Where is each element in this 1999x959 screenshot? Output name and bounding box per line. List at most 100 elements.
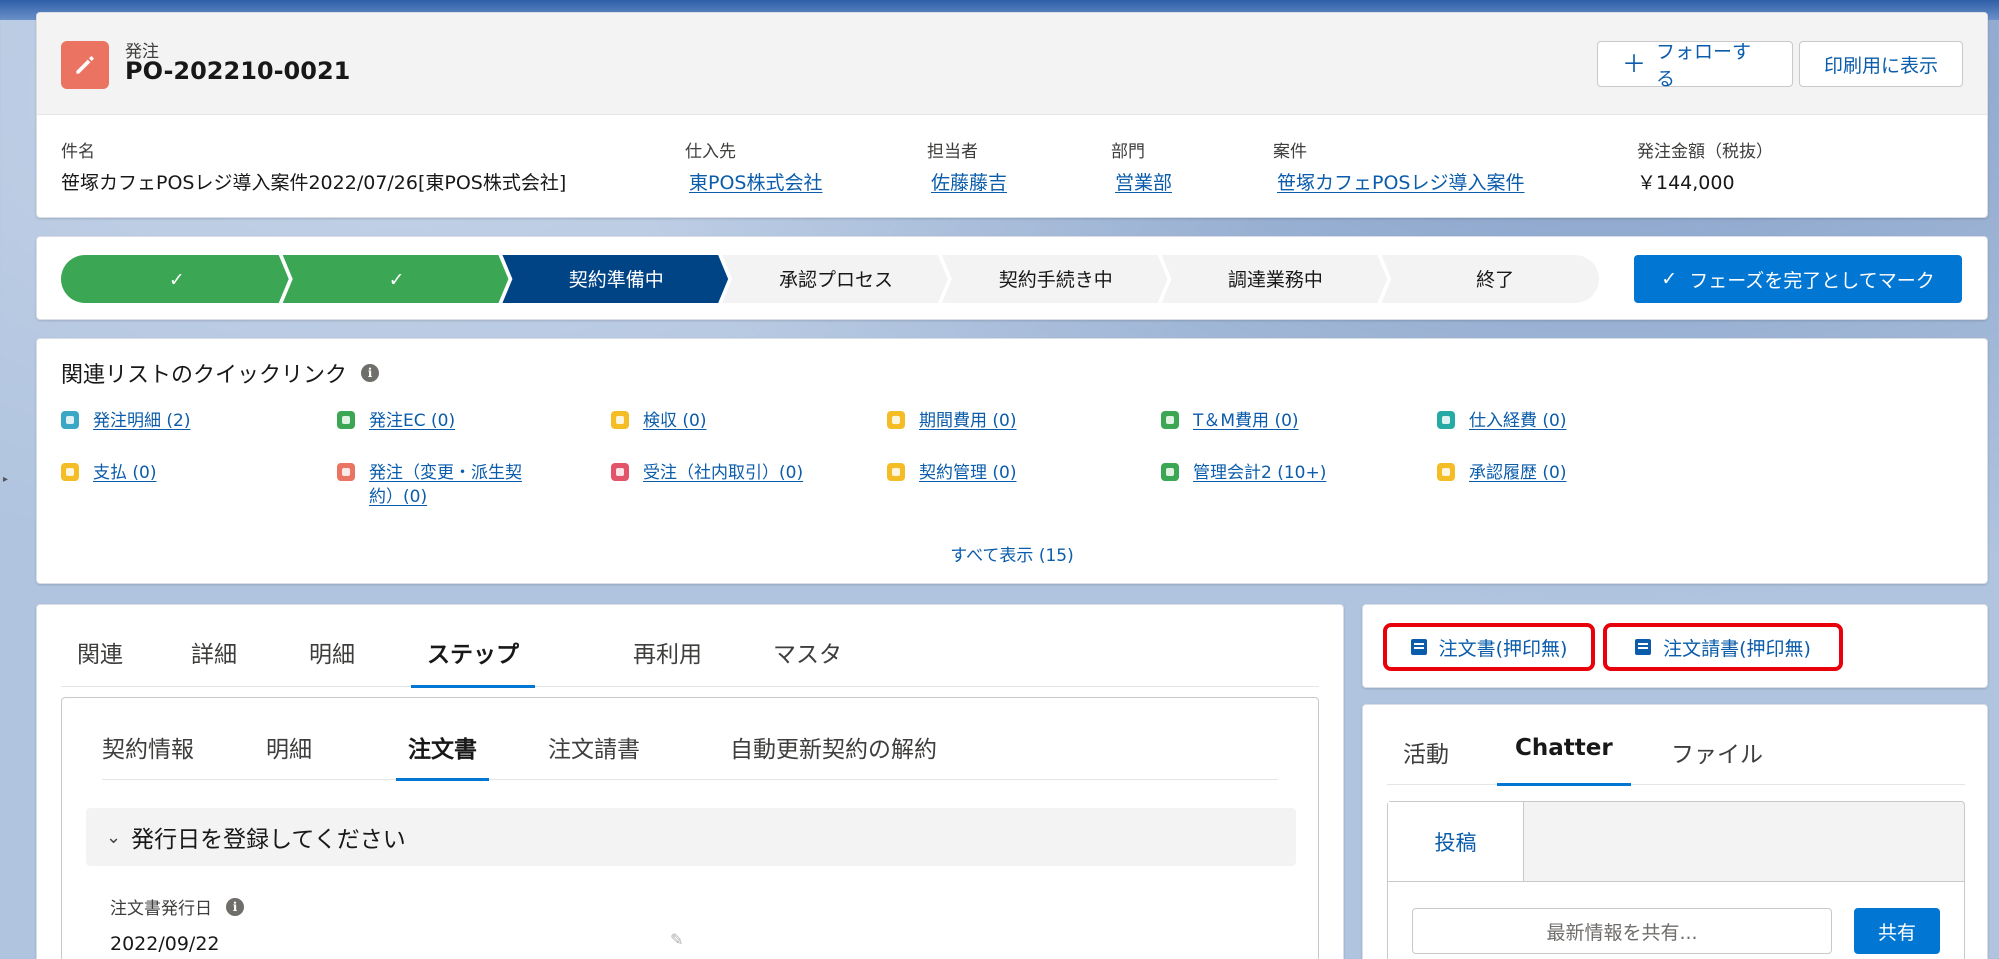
main-tab-6[interactable]: マスタ (773, 635, 842, 687)
side-tab-3[interactable]: ファイル (1671, 735, 1763, 785)
field-label: 部門 (1111, 142, 1145, 162)
quick-link-item[interactable]: 検収 (0) (611, 409, 706, 433)
sub-tab-4[interactable]: 注文請書 (548, 730, 640, 780)
quick-link-item[interactable]: T＆M費用 (0) (1161, 409, 1299, 433)
info-icon[interactable]: i (361, 364, 380, 382)
sub-tab-bar: 契約情報 明細 注文書 注文請書 自動更新契約の解約 (102, 730, 1278, 781)
quick-links-title: 関連リストのクイックリンク i (61, 357, 380, 389)
record-header-top: 発注 PO-202210-0021 ＋ フォローする 印刷用に表示 (37, 13, 1987, 115)
section-title: 発行日を登録してください (131, 827, 406, 853)
field-label: 件名 (61, 142, 95, 162)
issue-date-label: 注文書発行日 (110, 899, 212, 919)
music-icon (611, 463, 629, 481)
check-icon: ✓ (389, 269, 405, 291)
department-link[interactable]: 営業部 (1115, 168, 1172, 195)
field-label: 仕入先 (685, 142, 736, 162)
post-tab[interactable]: 投稿 (1388, 802, 1524, 882)
path-bar: ✓ ✓ 契約準備中 承認プロセス 契約手続き中 調達業務中 終了 ✓ フェーズを完了としてマ… (36, 236, 1988, 320)
sub-tab-5[interactable]: 自動更新契約の解約 (730, 730, 937, 780)
field-label: 発注金額（税抜） (1637, 142, 1773, 162)
plus-icon: ＋ (1622, 50, 1646, 78)
quick-link-label: T＆M費用 (0) (1193, 411, 1299, 431)
main-tab-4[interactable]: ステップ (411, 635, 535, 688)
owner-link[interactable]: 佐藤藤吉 (931, 168, 1007, 195)
sub-tab-1[interactable]: 契約情報 (102, 730, 194, 780)
upload-icon (337, 411, 355, 429)
quick-link-item[interactable]: 受注（社内取引）(0) (611, 461, 803, 485)
main-tab-1[interactable]: 関連 (77, 635, 123, 687)
field-label: 案件 (1273, 142, 1307, 162)
quick-link-item[interactable]: 仕入経費 (0) (1437, 409, 1566, 433)
side-tab-1[interactable]: 活動 (1403, 735, 1449, 785)
circle-icon (887, 411, 905, 429)
check-icon: ✓ (169, 269, 185, 291)
quick-link-label: 発注明細 (2) (93, 411, 191, 431)
collapse-arrow-icon[interactable]: ▸ (3, 474, 8, 485)
pencil-icon (61, 41, 109, 89)
related-quick-links: 関連リストのクイックリンク i 発注明細 (2) 発注EC (0) 検収 (0) 期間… (36, 338, 1988, 584)
quick-link-item[interactable]: 承認履歴 (0) (1437, 461, 1566, 485)
field-value: 笹塚カフェPOSレジ導入案件2022/07/26[東POS株式会社] (61, 172, 567, 194)
activity-chatter-panel: 活動 Chatter ファイル 投稿 最新情報を共有... 共有 (1362, 704, 1988, 959)
quick-link-item[interactable]: 発注EC (0) (337, 409, 455, 433)
quick-link-label: 検収 (0) (643, 411, 707, 431)
path-stage-label: 終了 (1476, 269, 1514, 291)
share-update-input[interactable]: 最新情報を共有... (1412, 908, 1832, 954)
quick-link-item[interactable]: 管理会計2 (10+) (1161, 461, 1326, 485)
section-header[interactable]: ⌄ 発行日を登録してください (86, 808, 1296, 866)
acceptance-document-label: 注文請書(押印無) (1663, 637, 1811, 660)
main-tab-5[interactable]: 再利用 (633, 635, 702, 687)
quick-links-heading: 関連リストのクイックリンク (61, 363, 348, 388)
show-all-link[interactable]: すべて表示 (15) (37, 541, 1987, 566)
quick-link-item[interactable]: 発注（変更・派生契 約）(0) (337, 461, 522, 509)
main-tab-bar: 関連 詳細 明細 ステップ 再利用 マスタ (61, 635, 1319, 688)
order-document-label: 注文書(押印無) (1438, 637, 1568, 660)
follow-button[interactable]: ＋ フォローする (1597, 41, 1793, 90)
quick-link-label: 支払 (0) (93, 463, 157, 483)
field-value: ￥144,000 (1637, 172, 1735, 194)
follow-label: フォローする (1656, 41, 1752, 90)
path-stage-label: 調達業務中 (1228, 269, 1323, 291)
quick-link-item[interactable]: 発注明細 (2) (61, 409, 190, 433)
quick-link-label: 受注（社内取引）(0) (643, 463, 804, 483)
record-header: 発注 PO-202210-0021 ＋ フォローする 印刷用に表示 件名 笹塚カ… (36, 12, 1988, 218)
main-tab-3[interactable]: 明細 (309, 635, 355, 687)
quick-link-item[interactable]: 支払 (0) (61, 461, 156, 485)
sub-tab-2[interactable]: 明細 (266, 730, 312, 780)
main-tab-2[interactable]: 詳細 (191, 635, 237, 687)
acceptance-document-button[interactable]: 注文請書(押印無) (1603, 623, 1843, 671)
sub-tab-3[interactable]: 注文書 (396, 730, 489, 781)
printable-view-button[interactable]: 印刷用に表示 (1799, 41, 1963, 87)
quick-link-label: 仕入経費 (0) (1469, 411, 1567, 431)
quick-link-label: 期間費用 (0) (919, 411, 1017, 431)
side-tab-bar: 活動 Chatter ファイル (1387, 735, 1965, 786)
chatter-publisher: 投稿 最新情報を共有... 共有 (1387, 801, 1965, 959)
side-tab-2[interactable]: Chatter (1497, 735, 1631, 786)
issue-date-value: 2022/09/22 (110, 933, 220, 955)
mark-stage-complete-button[interactable]: ✓ フェーズを完了としてマーク (1634, 255, 1962, 303)
quick-link-item[interactable]: 契約管理 (0) (887, 461, 1016, 485)
share-button[interactable]: 共有 (1854, 908, 1940, 954)
check-icon (611, 411, 629, 429)
quick-link-label: 発注EC (0) (369, 411, 456, 431)
supplier-link[interactable]: 東POS株式会社 (689, 168, 822, 195)
person-icon (1437, 463, 1455, 481)
project-link[interactable]: 笹塚カフェPOSレジ導入案件 (1277, 168, 1524, 195)
field-owner: 担当者 佐藤藤吉 (927, 137, 1007, 195)
highlights-panel: 件名 笹塚カフェPOSレジ導入案件2022/07/26[東POS株式会社] 仕入… (37, 115, 1987, 219)
card-icon (61, 463, 79, 481)
flag-icon (1161, 463, 1179, 481)
wrench-icon (61, 411, 79, 429)
quick-link-label: 承認履歴 (0) (1469, 463, 1567, 483)
money-icon (1437, 411, 1455, 429)
field-project: 案件 笹塚カフェPOSレジ導入案件 (1273, 137, 1524, 195)
field-subject: 件名 笹塚カフェPOSレジ導入案件2022/07/26[東POS株式会社] (61, 137, 566, 195)
field-order-issue-date: 注文書発行日 i 2022/09/22 (110, 894, 244, 955)
info-icon[interactable]: i (226, 897, 244, 916)
quick-link-item[interactable]: 期間費用 (0) (887, 409, 1016, 433)
edit-pencil-icon[interactable]: ✎ (670, 930, 683, 949)
show-all-label: すべて表示 (15) (950, 546, 1074, 566)
order-document-button[interactable]: 注文書(押印無) (1383, 623, 1595, 671)
mark-stage-label: フェーズを完了としてマーク (1689, 269, 1935, 292)
document-icon (1410, 639, 1427, 655)
